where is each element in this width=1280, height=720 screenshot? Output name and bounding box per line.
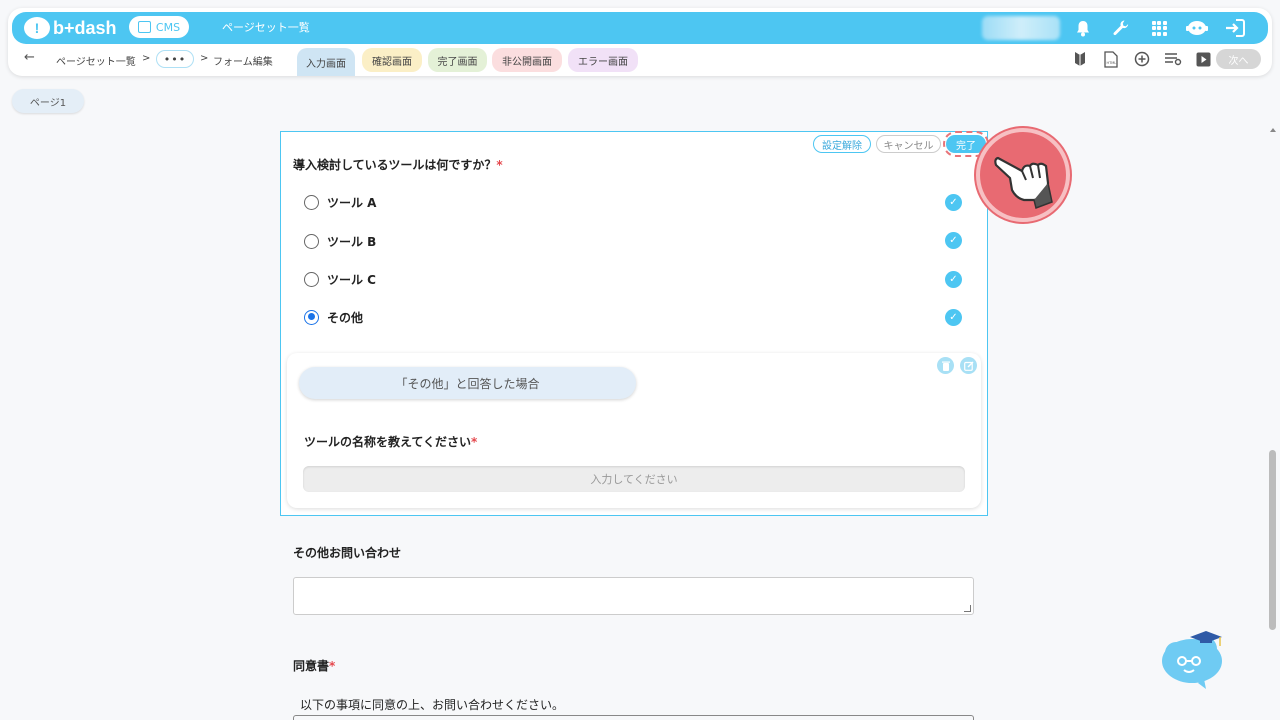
play-icon[interactable] [1188,48,1219,70]
consent-label: 同意書* [293,659,336,673]
logo-bubble-icon: ! [24,17,50,39]
condition-label[interactable]: 「その他」と回答した場合 [299,367,636,399]
cms-edit-icon [137,21,151,33]
check-icon[interactable]: ✓ [945,232,962,249]
tab-private-screen[interactable]: 非公開画面 [492,48,562,72]
list-settings-icon[interactable] [1157,48,1188,70]
breadcrumb-separator: > [142,53,151,64]
breadcrumb-page-set-list[interactable]: ページセット一覧 [56,53,136,68]
tab-error-screen[interactable]: エラー画面 [568,48,638,72]
pointer-hand-icon [976,128,1070,222]
breadcrumb-separator: > [200,53,209,64]
svg-text:HTML: HTML [1106,61,1116,65]
page-scrollbar[interactable] [1268,128,1278,720]
question-label: 導入検討しているツールは何ですか？* [293,158,503,172]
radio-button[interactable] [304,194,319,210]
edit-icon[interactable] [960,357,977,374]
breadcrumb-form-edit: フォーム編集 [213,57,273,68]
back-arrow-icon[interactable]: ← [24,50,35,65]
consent-box [293,715,974,720]
bell-icon[interactable] [1064,16,1102,40]
option-tool-a[interactable]: ツール A [304,193,376,211]
option-label: ツール C [327,272,376,287]
scrollbar-thumb[interactable] [1269,450,1276,630]
trash-icon[interactable] [937,357,954,374]
assistant-mascot-icon[interactable] [1160,625,1228,697]
page-set-list-link[interactable]: ページセット一覧 [222,19,310,35]
option-tool-b[interactable]: ツール B [304,232,376,250]
wrench-icon[interactable] [1102,16,1140,40]
tab-confirm-screen[interactable]: 確認画面 [362,48,422,72]
required-mark: * [496,158,503,172]
option-label: その他 [327,310,364,325]
radio-button[interactable] [304,271,319,287]
sub-question-label: ツールの名称を教えてください* [304,435,478,449]
consent-text: 以下の事項に同意の上、お問い合わせください。 [300,698,565,712]
option-other[interactable]: その他 [304,308,363,326]
robot-icon[interactable] [1178,16,1216,40]
user-name-blurred[interactable] [982,16,1060,40]
tab-input-screen[interactable]: 入力画面 [297,48,355,76]
cms-label: CMS [155,20,181,34]
unset-button[interactable]: 設定解除 [813,135,871,153]
logo-text: b+dash [53,17,117,38]
beginner-mark-icon[interactable] [1064,48,1095,70]
tool-name-input[interactable]: 入力してください [303,466,965,492]
option-label: ツール B [327,234,377,249]
page-1-tab[interactable]: ページ1 [12,89,84,113]
required-mark: * [471,435,478,449]
radio-button[interactable] [304,233,319,249]
resize-handle-icon[interactable] [964,605,971,612]
check-icon[interactable]: ✓ [945,271,962,288]
check-icon[interactable]: ✓ [945,309,962,326]
logout-icon[interactable] [1216,16,1254,40]
other-inquiry-textarea[interactable] [293,577,974,615]
add-circle-icon[interactable] [1126,48,1157,70]
cancel-button[interactable]: キャンセル [876,135,941,153]
radio-button-selected[interactable] [304,309,319,325]
option-tool-c[interactable]: ツール C [304,270,376,288]
required-mark: * [329,659,336,673]
grid-icon[interactable] [1140,16,1178,40]
bdash-logo[interactable]: ! b+dash [24,16,117,40]
cms-button[interactable]: CMS [129,16,189,38]
option-label: ツール A [327,195,377,210]
scroll-up-icon[interactable] [1270,128,1276,132]
tab-complete-screen[interactable]: 完了画面 [428,48,487,72]
top-bar: ! b+dash CMS ページセット一覧 [12,12,1268,44]
other-inquiry-label: その他お問い合わせ [293,546,402,560]
next-button[interactable]: 次へ [1216,49,1261,69]
check-icon[interactable]: ✓ [945,194,962,211]
html-file-icon[interactable]: HTML [1095,48,1126,70]
breadcrumb-ellipsis-button[interactable]: ••• [156,50,194,68]
